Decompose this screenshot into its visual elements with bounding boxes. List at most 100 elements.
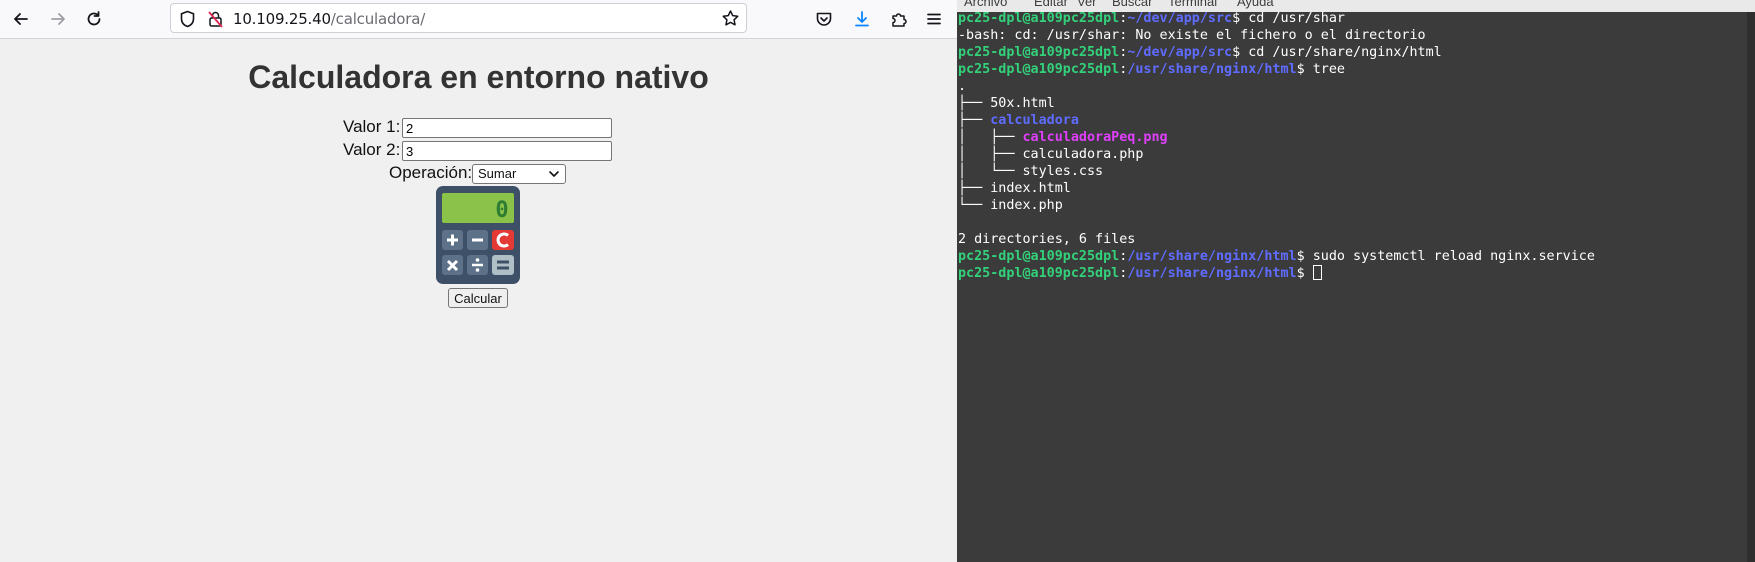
valor2-input[interactable]: [402, 141, 612, 161]
menu-archivo[interactable]: Archivo: [964, 0, 1007, 9]
tree-entry-name: calculadoraPeq.png: [1022, 130, 1168, 145]
valor1-label: Valor 1:: [343, 117, 401, 136]
url-text[interactable]: 10.109.25.40/calculadora/: [233, 10, 425, 28]
reload-button[interactable]: [80, 6, 108, 32]
tree-entry: ├── calculadora: [958, 112, 1079, 129]
tree-branch: └──: [958, 198, 991, 213]
operacion-label: Operación:: [389, 163, 473, 182]
prompt-symbol: $: [1296, 249, 1305, 264]
tree-entry: │ ├── calculadoraPeq.png: [958, 129, 1168, 146]
tree-branch: ├──: [958, 181, 991, 196]
command-text: tree: [1304, 62, 1345, 77]
reload-icon: [87, 11, 101, 26]
back-button[interactable]: [7, 6, 35, 32]
menu-ayuda[interactable]: Ayuda: [1237, 0, 1274, 9]
output-text: .: [958, 79, 967, 94]
valor1-input[interactable]: [402, 118, 612, 138]
tree-entry: │ └── styles.css: [958, 163, 1103, 180]
operacion-selected-value: Sumar: [478, 166, 517, 181]
page-title: Calculadora en entorno nativo: [248, 59, 709, 95]
terminal-scrollbar[interactable]: [1747, 12, 1755, 562]
tree-branch: │ ├──: [958, 130, 1023, 145]
prompt-symbol: $: [1232, 45, 1241, 60]
terminal-prompt-line: pc25-dpl@a109pc25dpl:/usr/share/nginx/ht…: [958, 248, 1595, 265]
tree-entry: ├── 50x.html: [958, 95, 1055, 112]
menu-ver[interactable]: Ver: [1077, 0, 1097, 9]
command-text: sudo systemctl reload nginx.service: [1304, 249, 1595, 264]
menu-buscar[interactable]: Buscar: [1112, 0, 1152, 9]
prompt-user: pc25-dpl@a109pc25dpl: [958, 62, 1120, 77]
terminal-prompt-line: pc25-dpl@a109pc25dpl:/usr/share/nginx/ht…: [958, 265, 1322, 282]
hamburger-menu-icon: [927, 13, 941, 25]
forward-button[interactable]: [44, 6, 72, 32]
terminal-prompt-line: pc25-dpl@a109pc25dpl:/usr/share/nginx/ht…: [958, 61, 1345, 78]
tree-branch: ├──: [958, 113, 991, 128]
terminal-prompt-line: pc25-dpl@a109pc25dpl:~/dev/app/src$ cd /…: [958, 12, 1345, 27]
output-text: -bash: cd: /usr/shar: No existe el fiche…: [958, 28, 1426, 43]
pocket-button[interactable]: [810, 6, 838, 32]
prompt-symbol: $: [1296, 266, 1305, 281]
tree-entry: │ ├── calculadora.php: [958, 146, 1143, 163]
tree-branch: ├──: [958, 96, 991, 111]
terminal-window: Archivo Editar Ver Buscar Terminal Ayuda…: [957, 0, 1755, 562]
url-host: 10.109.25.40: [233, 10, 331, 28]
url-bar[interactable]: 10.109.25.40/calculadora/: [170, 3, 747, 33]
calculator-image: 0: [436, 186, 520, 284]
download-icon: [855, 11, 869, 27]
url-path: /calculadora/: [330, 10, 426, 28]
bookmark-star-icon[interactable]: [721, 9, 740, 28]
app-menu-button[interactable]: [920, 6, 948, 32]
back-arrow-icon: [14, 13, 28, 25]
insecure-lock-icon[interactable]: [207, 10, 224, 28]
operacion-row: Operación: Sumar: [389, 163, 566, 184]
prompt-user: pc25-dpl@a109pc25dpl: [958, 266, 1120, 281]
menu-terminal[interactable]: Terminal: [1168, 0, 1217, 9]
prompt-path: /usr/share/nginx/html: [1127, 249, 1297, 264]
tree-entry-name: index.php: [990, 198, 1063, 213]
tree-entry-name: 50x.html: [990, 96, 1055, 111]
prompt-user: pc25-dpl@a109pc25dpl: [958, 45, 1120, 60]
terminal-prompt-line: pc25-dpl@a109pc25dpl:~/dev/app/src$ cd /…: [958, 44, 1442, 61]
valor1-row: Valor 1:: [343, 117, 612, 138]
prompt-path: ~/dev/app/src: [1127, 12, 1233, 26]
command-text: cd /usr/share/nginx/html: [1240, 45, 1442, 60]
operacion-select[interactable]: Sumar: [472, 164, 566, 184]
terminal-cursor: [1312, 265, 1322, 280]
shield-icon[interactable]: [179, 10, 196, 28]
chevron-down-icon: [549, 171, 559, 177]
forward-arrow-icon: [51, 13, 65, 25]
terminal-output[interactable]: pc25-dpl@a109pc25dpl:~/dev/app/src$ cd /…: [957, 12, 1747, 562]
web-page: Calculadora en entorno nativo Valor 1: V…: [0, 39, 957, 562]
terminal-output-line: 2 directories, 6 files: [958, 231, 1135, 248]
terminal-output-line: .: [958, 78, 966, 95]
prompt-path: ~/dev/app/src: [1127, 45, 1233, 60]
tree-entry-name: calculadora: [990, 113, 1079, 128]
prompt-symbol: $: [1232, 12, 1241, 26]
tree-entry: └── index.php: [958, 197, 1063, 214]
browser-toolbar: 10.109.25.40/calculadora/: [0, 0, 957, 39]
terminal-output-line: -bash: cd: /usr/shar: No existe el fiche…: [958, 27, 1426, 44]
prompt-user: pc25-dpl@a109pc25dpl: [958, 249, 1120, 264]
prompt-path: /usr/share/nginx/html: [1127, 62, 1297, 77]
valor2-label: Valor 2:: [343, 140, 401, 159]
downloads-button[interactable]: [848, 6, 876, 32]
command-text: [1305, 266, 1313, 281]
prompt-symbol: $: [1296, 62, 1305, 77]
prompt-path: /usr/share/nginx/html: [1127, 266, 1297, 281]
tree-entry-name: index.html: [990, 181, 1071, 196]
browser-window: 10.109.25.40/calculadora/ Calculadora en…: [0, 0, 957, 562]
command-text: cd /usr/shar: [1240, 12, 1345, 26]
tree-branch: │ └──: [958, 164, 1023, 179]
calcular-button[interactable]: Calcular: [448, 288, 508, 308]
tree-entry-name: styles.css: [1022, 164, 1104, 179]
puzzle-piece-icon: [892, 13, 907, 27]
tree-branch: │ ├──: [958, 147, 1023, 162]
output-text: 2 directories, 6 files: [958, 232, 1136, 247]
menu-editar[interactable]: Editar: [1034, 0, 1068, 9]
extensions-button[interactable]: [885, 6, 913, 32]
terminal-menubar: Archivo Editar Ver Buscar Terminal Ayuda: [957, 0, 1755, 12]
valor2-row: Valor 2:: [343, 140, 612, 161]
tree-entry: ├── index.html: [958, 180, 1071, 197]
calculator-display: 0: [495, 198, 508, 223]
prompt-user: pc25-dpl@a109pc25dpl: [958, 12, 1120, 26]
